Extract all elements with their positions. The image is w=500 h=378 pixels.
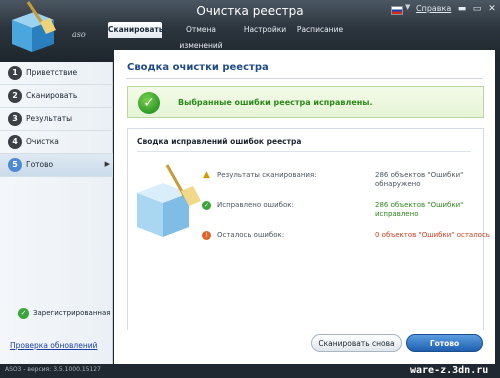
registry-cube-icon bbox=[137, 164, 201, 237]
step-number: 4 bbox=[8, 135, 22, 149]
done-button[interactable]: Готово bbox=[406, 334, 483, 352]
sidebar-item-done[interactable]: 5 Готово ▶ bbox=[0, 154, 113, 177]
maximize-button[interactable]: ▭ bbox=[470, 3, 484, 15]
tab-schedule[interactable]: Расписание bbox=[293, 22, 347, 38]
language-dropdown-icon[interactable]: ▼ bbox=[405, 3, 410, 11]
minimize-button[interactable]: ▬ bbox=[455, 3, 469, 15]
status-bar: ASO3 - версия: 3.5.1000.15127 ware-z.3dn… bbox=[0, 364, 500, 378]
step-label: Готово bbox=[26, 160, 54, 169]
help-link[interactable]: Справка bbox=[416, 4, 451, 13]
sidebar-item-results[interactable]: 3 Результаты bbox=[0, 108, 113, 131]
registration-label: Зарегистрированная bbox=[33, 309, 111, 317]
row-label: Осталось ошибок: bbox=[217, 231, 285, 239]
row-value: 286 объектов "Ошибки" исправлено bbox=[375, 201, 464, 218]
divider bbox=[137, 151, 471, 152]
summary-title: Сводка исправлений ошибок реестра bbox=[137, 137, 302, 146]
summary-row-remaining: ! Осталось ошибок: 0 объектов "Ошибки" о… bbox=[202, 229, 490, 253]
step-label: Приветствие bbox=[26, 68, 78, 77]
check-updates-link[interactable]: Проверка обновлений bbox=[10, 341, 97, 350]
rescan-button[interactable]: Сканировать снова bbox=[311, 334, 402, 352]
close-button[interactable]: ✕ bbox=[485, 3, 499, 15]
success-check-icon: ✓ bbox=[138, 92, 160, 114]
tab-scan[interactable]: Сканировать bbox=[108, 22, 164, 38]
page-title: Сводка очистки реестра bbox=[127, 62, 269, 73]
success-banner: ✓ Выбранные ошибки реестра исправлены. bbox=[127, 86, 484, 118]
tab-undo-changes[interactable]: Отмена изменений bbox=[165, 22, 237, 50]
row-value: 286 объектов "Ошибки" обнаружено bbox=[375, 171, 464, 188]
tab-settings[interactable]: Настройки bbox=[243, 22, 287, 38]
aso-logo-icon bbox=[12, 1, 56, 52]
divider bbox=[126, 78, 483, 79]
step-label: Сканировать bbox=[26, 91, 78, 100]
step-number: 1 bbox=[8, 66, 22, 80]
action-bar: Сканировать снова Готово bbox=[114, 330, 495, 360]
step-number: 3 bbox=[8, 112, 22, 126]
app-window: aso Очистка реестра ▼ Справка ▬ ▭ ✕ Скан… bbox=[0, 0, 500, 378]
success-message: Выбранные ошибки реестра исправлены. bbox=[178, 98, 373, 107]
chevron-right-icon: ▶ bbox=[104, 160, 110, 168]
language-flag-icon[interactable] bbox=[391, 6, 403, 15]
error-icon: ! bbox=[202, 231, 211, 240]
window-title: Очистка реестра bbox=[196, 4, 304, 18]
row-label: Исправлено ошибок: bbox=[217, 201, 294, 209]
row-label: Результаты сканирования: bbox=[217, 171, 317, 179]
summary-panel: Сводка исправлений ошибок реестра ▲ Резу… bbox=[127, 128, 490, 350]
sidebar-item-scan[interactable]: 2 Сканировать bbox=[0, 85, 113, 108]
app-name: aso bbox=[72, 30, 86, 39]
wizard-sidebar: 1 Приветствие 2 Сканировать 3 Результаты… bbox=[0, 62, 113, 364]
main-panel: Сводка очистки реестра ✓ Выбранные ошибк… bbox=[114, 50, 495, 364]
sidebar-item-cleanup[interactable]: 4 Очистка bbox=[0, 131, 113, 154]
step-label: Результаты bbox=[26, 114, 73, 123]
watermark: ware-z.3dn.ru bbox=[410, 365, 489, 376]
step-label: Очистка bbox=[26, 137, 59, 146]
sidebar-item-welcome[interactable]: 1 Приветствие bbox=[0, 62, 113, 85]
summary-row-scan-results: ▲ Результаты сканирования: 286 объектов … bbox=[202, 169, 482, 193]
version-text: ASO3 - версия: 3.5.1000.15127 bbox=[5, 366, 101, 373]
check-icon: ✓ bbox=[202, 201, 211, 210]
step-number: 2 bbox=[8, 89, 22, 103]
warning-icon: ▲ bbox=[203, 170, 210, 180]
check-icon: ✓ bbox=[18, 308, 29, 319]
row-value: 0 объектов "Ошибки" осталось bbox=[375, 231, 490, 239]
step-number: 5 bbox=[8, 158, 22, 172]
summary-row-fixed: ✓ Исправлено ошибок: 286 объектов "Ошибк… bbox=[202, 199, 482, 223]
